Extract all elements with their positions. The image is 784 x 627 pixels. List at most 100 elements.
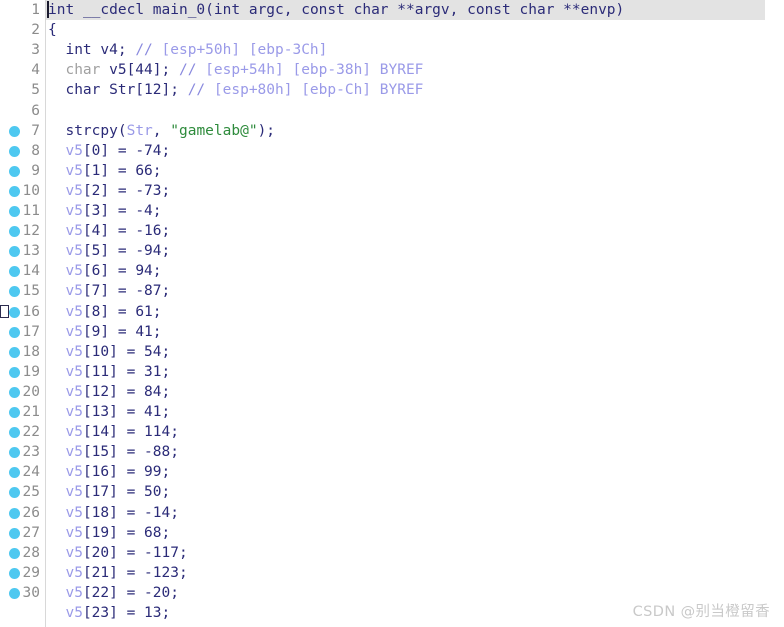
token-plain: [3] = -4; <box>82 203 162 219</box>
code-text[interactable]: v5[22] = -20; <box>48 585 179 601</box>
code-line[interactable]: 16 v5[8] = 61; <box>0 302 784 322</box>
code-text[interactable]: { <box>48 22 57 38</box>
code-text[interactable]: v5[16] = 99; <box>48 464 170 480</box>
code-text[interactable]: v5[8] = 61; <box>48 303 161 320</box>
code-line[interactable]: 10 v5[2] = -73; <box>0 181 784 201</box>
token-plain: [2] = -73; <box>82 182 171 199</box>
line-number: 4 <box>31 62 40 79</box>
code-text[interactable]: v5[1] = 66; <box>48 163 161 179</box>
code-line[interactable]: 11 v5[3] = -4; <box>0 201 784 221</box>
token-var: v5 <box>65 203 83 219</box>
code-text[interactable]: v5[2] = -73; <box>48 183 170 199</box>
code-line[interactable]: 22 v5[14] = 114; <box>0 422 784 442</box>
code-line[interactable]: 13 v5[5] = -94; <box>0 241 784 261</box>
code-line[interactable]: 15 v5[7] = -87; <box>0 281 784 301</box>
line-number: 25 <box>22 484 40 501</box>
code-line[interactable]: 14 v5[6] = 94; <box>0 261 784 281</box>
code-text[interactable]: v5[7] = -87; <box>48 283 170 299</box>
code-line[interactable]: 12 v5[4] = -16; <box>0 221 784 241</box>
code-text[interactable]: v5[15] = -88; <box>48 444 179 460</box>
code-line[interactable]: 2{ <box>0 20 784 40</box>
code-text[interactable]: v5[11] = 31; <box>48 364 170 380</box>
code-line[interactable]: 24 v5[16] = 99; <box>0 462 784 482</box>
code-line[interactable]: 3 int v4; // [esp+50h] [ebp-3Ch] <box>0 40 784 60</box>
token-plain: [6] = 94; <box>82 263 162 280</box>
code-text[interactable]: v5[19] = 68; <box>48 525 170 541</box>
code-line[interactable]: 8 v5[0] = -74; <box>0 141 784 161</box>
pseudocode-editor[interactable]: 1 int __cdecl main_0(int argc, const char… <box>0 0 784 627</box>
code-text[interactable]: v5[20] = -117; <box>48 545 187 561</box>
code-text[interactable]: int __cdecl main_0(int argc, const char … <box>48 2 624 18</box>
code-text[interactable]: v5[21] = -123; <box>48 565 187 581</box>
code-text[interactable]: int v4; // [esp+50h] [ebp-3Ch] <box>48 42 327 58</box>
code-text[interactable]: char Str[12]; // [esp+80h] [ebp-Ch] BYRE… <box>48 82 423 98</box>
code-text[interactable]: strcpy(Str, "gamelab@"); <box>48 123 275 139</box>
code-line[interactable]: 27 v5[19] = 68; <box>0 523 784 543</box>
code-line[interactable]: 9 v5[1] = 66; <box>0 161 784 181</box>
code-line[interactable]: 26 v5[18] = -14; <box>0 503 784 523</box>
token-plain: [19] = 68; <box>82 524 171 541</box>
token-kw: char <box>353 2 389 18</box>
code-text[interactable]: v5[3] = -4; <box>48 203 162 219</box>
code-text[interactable]: v5[14] = 114; <box>48 424 179 440</box>
code-line[interactable]: 29 v5[21] = -123; <box>0 563 784 583</box>
code-text[interactable]: v5[9] = 41; <box>48 323 162 340</box>
code-text[interactable]: v5[10] = 54; <box>48 344 170 360</box>
line-number: 1 <box>31 2 40 18</box>
token-plain: [9] = 41; <box>82 323 162 340</box>
line-number: 3 <box>31 42 40 59</box>
token-plain: **argv, <box>388 2 468 18</box>
token-plain: [23] = 13; <box>82 605 171 621</box>
line-number: 11 <box>22 203 40 219</box>
token-kw: char <box>519 2 555 18</box>
code-line[interactable]: 5 char Str[12]; // [esp+80h] [ebp-Ch] BY… <box>0 80 784 100</box>
token-var: v5 <box>65 303 83 320</box>
code-text[interactable]: char v5[44]; // [esp+54h] [ebp-38h] BYRE… <box>48 62 423 78</box>
code-line[interactable]: 20 v5[12] = 84; <box>0 382 784 402</box>
code-text[interactable]: v5[5] = -94; <box>48 243 170 259</box>
code-line[interactable]: 19 v5[11] = 31; <box>0 362 784 382</box>
token-var: Str <box>126 122 153 139</box>
code-text[interactable]: v5[0] = -74; <box>48 143 170 159</box>
code-line[interactable]: 6 <box>0 101 784 121</box>
token-plain: ( <box>117 122 127 139</box>
token-plain: [22] = -20; <box>82 584 179 601</box>
line-number: 16 <box>22 303 40 320</box>
code-text[interactable]: v5[12] = 84; <box>48 384 170 400</box>
token-plain: ( <box>205 2 214 18</box>
token-plain: argc, <box>240 2 302 18</box>
code-line[interactable]: 25 v5[17] = 50; <box>0 482 784 502</box>
token-plain: [18] = -14; <box>82 504 179 521</box>
token-plain: [12] = 84; <box>82 383 171 400</box>
code-text[interactable]: v5[13] = 41; <box>48 404 170 420</box>
token-plain: Str[12]; <box>100 82 188 99</box>
code-text[interactable]: v5[23] = 13; <box>48 605 170 621</box>
code-text[interactable]: v5[17] = 50; <box>48 484 170 500</box>
code-line[interactable]: 28 v5[20] = -117; <box>0 543 784 563</box>
code-text[interactable]: v5[4] = -16; <box>48 223 170 239</box>
code-line[interactable]: 23 v5[15] = -88; <box>0 442 784 462</box>
token-kw: int <box>213 2 241 18</box>
line-number: 7 <box>31 122 40 139</box>
line-number: 12 <box>22 223 40 240</box>
line-number: 23 <box>22 444 40 461</box>
code-line[interactable]: 7 strcpy(Str, "gamelab@"); <box>0 121 784 141</box>
code-line[interactable]: 21 v5[13] = 41; <box>0 402 784 422</box>
code-line[interactable]: 4 char v5[44]; // [esp+54h] [ebp-38h] BY… <box>0 60 784 80</box>
token-plain: v5[44]; <box>100 62 179 79</box>
code-text[interactable]: v5[18] = -14; <box>48 505 179 521</box>
code-line[interactable]: 17 v5[9] = 41; <box>0 322 784 342</box>
code-line[interactable]: 1 int __cdecl main_0(int argc, const char… <box>0 0 784 21</box>
token-kw: const <box>467 2 511 18</box>
code-text[interactable]: v5[6] = 94; <box>48 263 162 280</box>
code-line[interactable]: 18 v5[10] = 54; <box>0 342 784 362</box>
